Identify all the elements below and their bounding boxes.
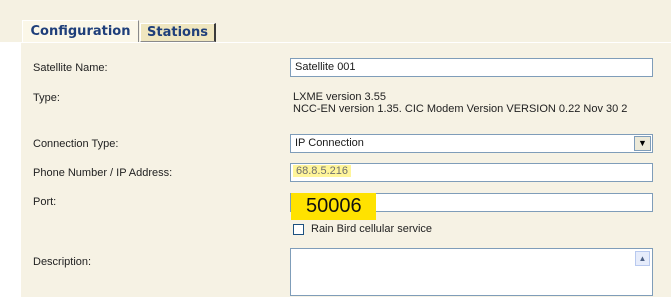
phone-ip-value: 68.8.5.216: [293, 165, 351, 177]
description-textarea[interactable]: ▲: [290, 248, 653, 296]
satellite-name-input[interactable]: Satellite 001: [290, 58, 653, 77]
connection-type-label: Connection Type:: [33, 138, 119, 150]
type-line-2: NCC-EN version 1.35. CIC Modem Version V…: [293, 103, 628, 115]
phone-ip-input[interactable]: 68.8.5.216: [290, 163, 653, 182]
satellite-name-label: Satellite Name:: [33, 62, 108, 74]
rain-bird-cellular-checkbox[interactable]: [293, 224, 304, 235]
description-label: Description:: [33, 256, 92, 268]
scroll-up-arrow-icon[interactable]: ▲: [635, 251, 650, 266]
tab-stations[interactable]: Stations: [140, 23, 216, 42]
chevron-down-icon[interactable]: ▼: [634, 136, 651, 151]
rain-bird-cellular-label[interactable]: Rain Bird cellular service: [311, 223, 432, 235]
type-line-1: LXME version 3.55: [293, 91, 386, 103]
phone-ip-label: Phone Number / IP Address:: [33, 167, 173, 179]
port-label: Port:: [33, 196, 57, 208]
tab-configuration[interactable]: Configuration: [22, 20, 139, 42]
connection-type-select[interactable]: IP Connection ▼: [290, 134, 653, 153]
type-label: Type:: [33, 92, 60, 104]
connection-type-value: IP Connection: [295, 137, 364, 149]
port-value-highlight: 50006: [291, 193, 376, 220]
